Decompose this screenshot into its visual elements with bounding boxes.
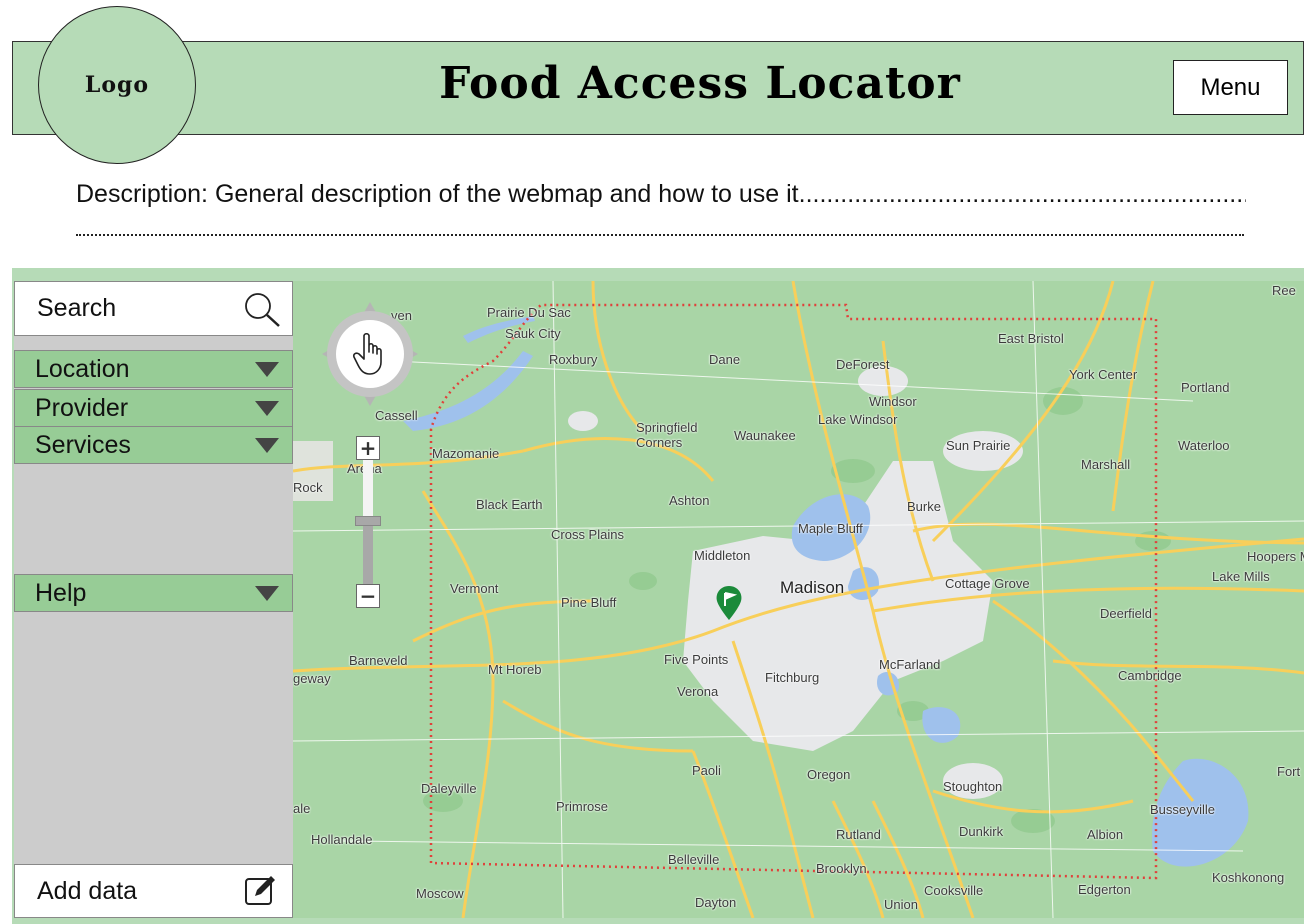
map-label: Dane	[709, 352, 741, 367]
map-label: Albion	[1087, 827, 1124, 842]
map-label: Stoughton	[943, 779, 1003, 794]
map-label: Edgerton	[1078, 882, 1131, 897]
map-label: Prairie Du Sac	[487, 305, 571, 320]
map-label: Sauk City	[505, 326, 561, 341]
map-label: East Bristol	[998, 331, 1064, 346]
map-label: Windsor	[869, 394, 917, 409]
map-label: Burke	[907, 499, 941, 514]
sidebar-item-label: Provider	[35, 393, 129, 422]
zoom-slider-thumb[interactable]	[355, 516, 381, 526]
pan-control[interactable]	[322, 302, 418, 406]
logo[interactable]: Logo	[38, 6, 196, 164]
map-label: Deerfield	[1100, 606, 1153, 621]
map-label: Fort	[1277, 764, 1301, 779]
map-canvas	[293, 281, 1304, 918]
map-label: Portland	[1181, 380, 1230, 395]
search-label: Search	[37, 294, 117, 322]
map-label: Waunakee	[734, 428, 796, 443]
sidebar-item-label: Help	[35, 578, 87, 607]
logo-text: Logo	[84, 72, 150, 98]
sidebar-item-help[interactable]: Help	[14, 574, 293, 612]
map-label: Cross Plains	[551, 527, 624, 542]
map-label: Cottage Grove	[945, 576, 1030, 591]
sidebar-item-label: Services	[35, 430, 131, 459]
sidebar-item-label: Location	[35, 354, 130, 383]
chevron-down-icon	[255, 437, 279, 453]
map-label: Roxbury	[549, 352, 598, 367]
map-label: Primrose	[556, 799, 609, 814]
sidebar-item-location[interactable]: Location	[14, 350, 293, 388]
menu-button[interactable]: Menu	[1173, 60, 1288, 115]
map-label: Lake Mills	[1212, 569, 1270, 584]
map-label: Cooksville	[924, 883, 984, 898]
map-label: Marshall	[1081, 457, 1131, 472]
map-label: Middleton	[694, 548, 751, 563]
map-label: Cassell	[375, 408, 418, 423]
map-label: Rock	[293, 480, 323, 495]
map-label: Hollandale	[311, 832, 373, 847]
map-label: Vermont	[450, 581, 499, 596]
map-label: Rutland	[836, 827, 881, 842]
add-data-button[interactable]: Add data	[14, 864, 293, 918]
sidebar-item-services[interactable]: Services	[14, 426, 293, 464]
map-label: Dunkirk	[959, 824, 1004, 839]
map-label: Union	[884, 897, 918, 912]
page-title: Food Access Locator	[439, 58, 961, 109]
map-label: Springfield Corners	[636, 420, 698, 450]
zoom-in-button[interactable]: +	[356, 436, 380, 460]
edit-icon	[245, 876, 275, 905]
map-label: Black Earth	[476, 497, 543, 512]
map-label: Moscow	[416, 886, 464, 901]
map-label: Five Points	[664, 652, 729, 667]
map-label-city: Madison	[780, 578, 845, 597]
sidebar-item-provider[interactable]: Provider	[14, 389, 293, 427]
map-label: Fitchburg	[765, 670, 820, 685]
chevron-down-icon	[255, 400, 279, 416]
map-label: Cambridge	[1118, 668, 1182, 683]
map-label: Barneveld	[349, 653, 408, 668]
map-label: Hoopers M	[1247, 549, 1304, 564]
map-label: geway	[293, 671, 331, 686]
map-view[interactable]: Prairie Du Sac Sauk City Roxbury Dane De…	[293, 281, 1304, 918]
description-text: Description: General description of the …	[76, 180, 799, 208]
map-label: York Center	[1069, 367, 1138, 382]
map-label: Ree	[1272, 283, 1296, 298]
map-label: Pine Bluff	[561, 595, 617, 610]
map-label: Maple Bluff	[798, 521, 863, 536]
map-label: Lake Windsor	[818, 412, 898, 427]
description-dotted-line	[76, 234, 1244, 236]
chevron-down-icon	[255, 585, 279, 601]
map-label: Mt Horeb	[488, 662, 542, 677]
map-label: ale	[293, 801, 311, 816]
map-label: Oregon	[807, 767, 851, 782]
map-label: Belleville	[668, 852, 720, 867]
zoom-slider-fill	[363, 522, 373, 584]
chevron-down-icon	[255, 361, 279, 377]
map-label: Paoli	[692, 763, 721, 778]
map-label: DeForest	[836, 357, 890, 372]
description-dots: ........................................…	[798, 180, 1246, 208]
map-label: Sun Prairie	[946, 438, 1011, 453]
add-data-label: Add data	[37, 876, 138, 905]
search-icon[interactable]	[240, 289, 284, 329]
map-label: Daleyville	[421, 781, 477, 796]
map-label: Ashton	[669, 493, 710, 508]
map-label: Brooklyn	[816, 861, 867, 876]
map-label: Verona	[677, 684, 719, 699]
map-label: Busseyville	[1150, 802, 1216, 817]
description: Description: General description of the …	[76, 180, 1246, 209]
map-label: Koshkonong	[1212, 870, 1285, 885]
zoom-out-button[interactable]: −	[356, 584, 380, 608]
map-label: Dayton	[695, 895, 737, 910]
search-box[interactable]: Search	[14, 281, 293, 336]
map-label: Mazomanie	[432, 446, 500, 461]
map-label: Waterloo	[1178, 438, 1230, 453]
map-label: McFarland	[879, 657, 941, 672]
